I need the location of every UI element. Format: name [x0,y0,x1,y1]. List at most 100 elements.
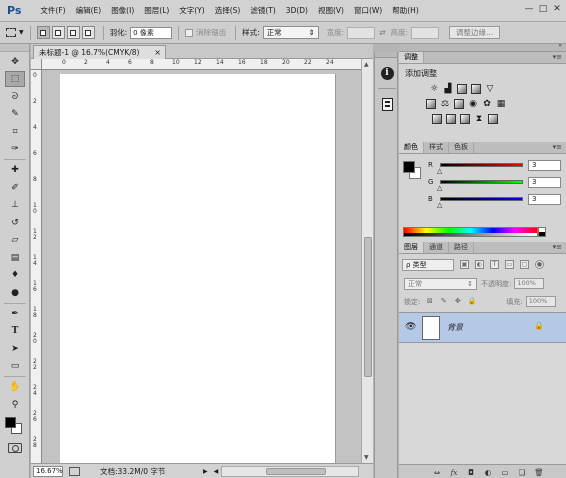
rectangle-tool-icon[interactable]: ▭ [5,358,25,374]
red-slider-handle[interactable]: △ [437,167,442,175]
clone-stamp-tool-icon[interactable]: ⊥ [5,197,25,213]
fill-input[interactable]: 100% [525,296,556,307]
mask-icon[interactable]: ◘ [466,468,476,477]
rect-marquee-preset-icon[interactable] [6,28,16,37]
tab-paths[interactable]: 路径 [449,242,474,253]
properties-panel-button[interactable] [378,95,396,113]
folder-icon[interactable]: ▭ [500,468,510,477]
info-panel-button[interactable]: i [378,64,396,82]
filter-toggle-icon[interactable]: ● [535,260,544,269]
visibility-eye-icon[interactable]: 👁 [405,322,416,332]
adjustment-filter-icon[interactable]: ◐ [475,260,484,269]
horizontal-ruler[interactable]: 0 2 4 6 8 10 12 14 16 18 20 22 24 [42,59,361,70]
hand-tool-icon[interactable]: ✋ [5,379,25,395]
subtract-selection-button[interactable] [66,26,80,39]
blue-slider-handle[interactable]: △ [437,201,442,209]
shape-filter-icon[interactable]: ▭ [505,260,514,269]
foreground-color-swatch[interactable] [5,416,16,428]
selective-color-icon[interactable]: ⧗ [474,114,484,124]
opacity-input[interactable]: 100% [514,278,545,289]
layer-name[interactable]: 背景 [447,322,463,333]
refine-edge-button[interactable]: 调整边缘... [449,26,501,39]
tab-channels[interactable]: 通道 [424,242,449,253]
pixel-filter-icon[interactable]: ▣ [460,260,469,269]
vertical-ruler[interactable]: 0 2 4 6 8 1 0 1 2 1 4 1 6 1 8 2 0 2 2 2 4 2 6 2 8 [31,70,42,463]
menu-layer[interactable]: 图层(L) [139,5,174,16]
photo-filter-icon[interactable]: ◉ [468,99,478,109]
quick-selection-tool-icon[interactable]: ✎ [5,106,25,122]
zoom-level-input[interactable]: 16.67% [33,465,63,477]
posterize-icon[interactable] [446,114,456,124]
vertical-scroll-thumb[interactable] [364,237,372,377]
gradient-map-icon[interactable] [488,114,498,124]
feather-input[interactable]: 0 像素 [130,26,173,39]
layer-filter-select[interactable]: ρ 类型 [402,258,454,271]
add-selection-button[interactable] [51,26,65,39]
collapse-icon[interactable]: » [558,42,562,49]
red-slider[interactable] [440,163,523,167]
color-swatches[interactable] [2,415,28,437]
dodge-tool-icon[interactable]: ● [5,285,25,301]
menu-type[interactable]: 文字(Y) [174,5,209,16]
eraser-tool-icon[interactable]: ▱ [5,232,25,248]
new-selection-button[interactable] [36,26,50,39]
menu-filter[interactable]: 滤镜(T) [245,5,280,16]
red-value-input[interactable]: 3 [528,160,561,171]
dock-grip[interactable] [375,52,397,58]
tab-color[interactable]: 颜色 [399,142,424,153]
color-spectrum[interactable] [403,227,538,237]
fx-icon[interactable]: fx [449,468,459,477]
pen-tool-icon[interactable]: ✒ [5,306,25,322]
color-balance-icon[interactable]: ⚖ [440,99,450,109]
menu-view[interactable]: 视图(V) [313,5,349,16]
green-value-input[interactable]: 3 [528,177,561,188]
green-slider-handle[interactable]: △ [437,184,442,192]
tab-swatches[interactable]: 色板 [449,142,474,153]
healing-brush-tool-icon[interactable]: ✚ [5,162,25,178]
threshold-icon[interactable] [460,114,470,124]
menu-select[interactable]: 选择(S) [210,5,246,16]
move-tool-icon[interactable]: ✥ [5,54,25,70]
zoom-tool-icon[interactable]: ⚲ [5,397,25,413]
tab-layers[interactable]: 图层 [399,242,424,253]
eyedropper-tool-icon[interactable]: ✑ [5,141,25,157]
foreground-color-swatch[interactable] [403,161,415,173]
blue-value-input[interactable]: 3 [528,194,561,205]
brush-tool-icon[interactable]: ✐ [5,180,25,196]
gradient-tool-icon[interactable]: ▤ [5,250,25,266]
trash-icon[interactable]: 🗑 [534,468,544,477]
channel-mixer-icon[interactable]: ✿ [482,99,492,109]
preset-dropdown-arrow-icon[interactable]: ▼ [19,29,24,36]
new-layer-icon[interactable]: ❏ [517,468,527,477]
exposure-icon[interactable] [471,84,481,94]
color-panel-swatches[interactable] [403,161,423,181]
tab-adjustments[interactable]: 调整 [399,52,424,63]
lasso-tool-icon[interactable]: ᘐ [5,89,25,105]
crop-tool-icon[interactable]: ⌗ [5,124,25,140]
document-tab[interactable]: 未标题-1 @ 16.7%(CMYK/8) × [33,45,166,59]
status-menu-arrow-icon[interactable]: ▶ [203,468,208,475]
black-white-icon[interactable] [454,99,464,109]
history-brush-tool-icon[interactable]: ↺ [5,215,25,231]
invert-icon[interactable] [432,114,442,124]
type-tool-icon[interactable]: T [5,323,25,339]
menu-edit[interactable]: 编辑(E) [71,5,107,16]
document-canvas[interactable] [60,74,336,463]
antialias-checkbox[interactable] [185,28,194,37]
tools-grip[interactable] [0,44,29,52]
vibrance-icon[interactable]: ▽ [485,84,495,94]
panel-menu-icon[interactable]: ▾≡ [553,242,562,253]
type-filter-icon[interactable]: T [490,260,499,269]
quick-mask-icon[interactable] [8,442,22,453]
maximize-button[interactable]: □ [538,4,548,14]
green-slider[interactable] [440,180,523,184]
ruler-origin[interactable] [31,59,42,70]
lock-image-icon[interactable]: ✎ [439,297,448,306]
document-status-icon[interactable] [69,466,80,476]
path-selection-tool-icon[interactable]: ➤ [5,341,25,357]
blend-mode-select[interactable]: 正常 ⇕ [404,277,477,290]
panel-menu-icon[interactable]: ▾≡ [553,142,562,153]
blue-slider[interactable] [440,197,523,201]
lock-position-icon[interactable]: ✥ [453,297,462,306]
close-window-button[interactable]: ✕ [552,4,562,14]
